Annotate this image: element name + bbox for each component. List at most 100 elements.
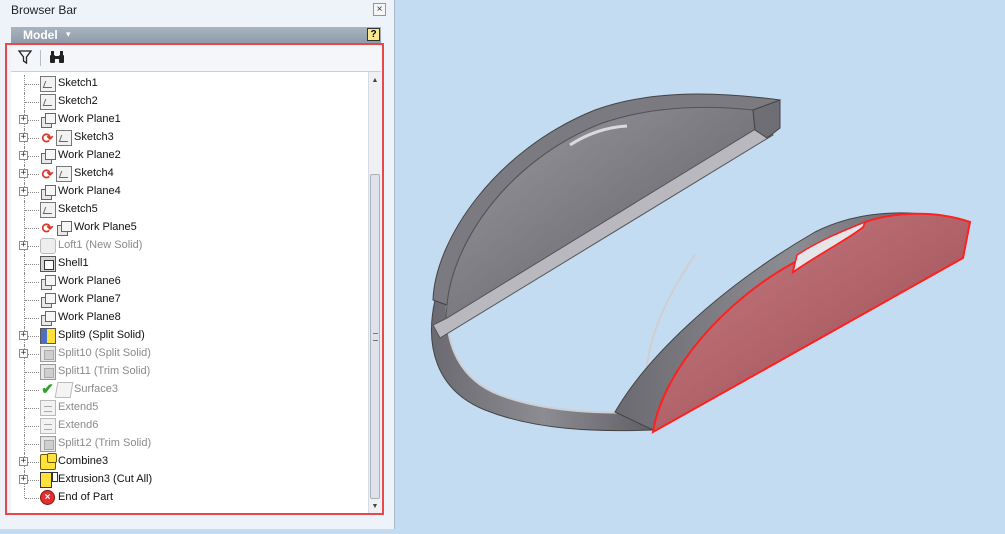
tree-item[interactable]: Work Plane8 bbox=[11, 309, 368, 327]
tree-item[interactable]: + Loft1 (New Solid) bbox=[11, 237, 368, 255]
expand-icon[interactable]: + bbox=[19, 331, 28, 340]
tree-item-label: Sketch2 bbox=[58, 95, 98, 107]
expand-icon[interactable]: + bbox=[19, 115, 28, 124]
tree-item[interactable]: Sketch1 bbox=[11, 75, 368, 93]
split-icon bbox=[40, 346, 56, 362]
end-of-part-icon: × bbox=[40, 490, 55, 505]
extend-icon bbox=[40, 418, 56, 434]
tree-connector bbox=[25, 318, 39, 319]
binoculars-icon[interactable] bbox=[49, 49, 65, 65]
tree-item-label: Split11 (Trim Solid) bbox=[58, 365, 151, 377]
tree-item[interactable]: + ⟳ Sketch4 bbox=[11, 165, 368, 183]
browser-bar-titlebar: Browser Bar × bbox=[0, 0, 394, 22]
expand-icon[interactable]: + bbox=[19, 457, 28, 466]
combine-icon bbox=[40, 453, 57, 470]
sketch-icon bbox=[40, 94, 56, 110]
tree-item-label: Extend6 bbox=[58, 419, 99, 431]
close-button[interactable]: × bbox=[373, 3, 386, 16]
tree-item[interactable]: + ⟳ Sketch3 bbox=[11, 129, 368, 147]
graphics-viewport[interactable] bbox=[395, 0, 1005, 529]
tree-connector bbox=[25, 444, 39, 445]
tree-item[interactable]: × End of Part bbox=[11, 489, 368, 507]
extrusion-icon bbox=[40, 472, 58, 488]
rebuild-icon: ⟳ bbox=[41, 220, 54, 236]
tree-item[interactable]: Split12 (Trim Solid) bbox=[11, 435, 368, 453]
filter-icon[interactable] bbox=[17, 49, 33, 65]
browser-bar-panel: Browser Bar × Model ▾ ? Sketch1 Sketch2 + W… bbox=[0, 0, 395, 529]
toolbar-divider bbox=[40, 50, 41, 66]
tree-item-label: Work Plane6 bbox=[58, 275, 121, 287]
sketch-icon bbox=[40, 76, 56, 92]
tree-item[interactable]: Sketch2 bbox=[11, 93, 368, 111]
sketch-icon bbox=[56, 130, 72, 146]
expand-icon[interactable]: + bbox=[19, 349, 28, 358]
tree-item-label: Shell1 bbox=[58, 257, 89, 269]
tree-item[interactable]: + Split9 (Split Solid) bbox=[11, 327, 368, 345]
tree-item[interactable]: Work Plane6 bbox=[11, 273, 368, 291]
tree-item[interactable]: ✔ Surface3 bbox=[11, 381, 368, 399]
grip-icon bbox=[373, 333, 378, 341]
scroll-down-arrow-icon[interactable]: ▼ bbox=[369, 500, 381, 514]
tree-item[interactable]: Split11 (Trim Solid) bbox=[11, 363, 368, 381]
browser-toolbar bbox=[11, 45, 381, 72]
tree-item-label: End of Part bbox=[58, 491, 114, 503]
expand-icon[interactable]: + bbox=[19, 169, 28, 178]
tree-connector bbox=[25, 498, 39, 499]
work-plane-icon bbox=[40, 112, 56, 128]
scrollbar-thumb[interactable] bbox=[370, 174, 380, 499]
rebuild-icon: ⟳ bbox=[41, 130, 54, 146]
loft-icon bbox=[40, 238, 56, 254]
tree-item-label: Sketch5 bbox=[58, 203, 98, 215]
scroll-up-arrow-icon[interactable]: ▲ bbox=[369, 74, 381, 88]
tree-item[interactable]: + Work Plane2 bbox=[11, 147, 368, 165]
model-label: Model bbox=[23, 28, 58, 42]
tree-item[interactable]: + Extrusion3 (Cut All) bbox=[11, 471, 368, 489]
work-plane-icon bbox=[40, 274, 56, 290]
expand-icon[interactable]: + bbox=[19, 241, 28, 250]
tree-item[interactable]: + Work Plane4 bbox=[11, 183, 368, 201]
tree-item-label: Sketch3 bbox=[74, 131, 114, 143]
expand-icon[interactable]: + bbox=[19, 133, 28, 142]
tree-item-label: Work Plane5 bbox=[74, 221, 137, 233]
tree-connector bbox=[25, 264, 39, 265]
model-dropdown[interactable]: Model ▾ ? bbox=[11, 27, 381, 44]
tree-connector bbox=[25, 84, 39, 85]
tree-item[interactable]: Sketch5 bbox=[11, 201, 368, 219]
tree-item[interactable]: + Split10 (Split Solid) bbox=[11, 345, 368, 363]
tree-item-label: Split12 (Trim Solid) bbox=[58, 437, 152, 449]
tree-connector bbox=[25, 228, 39, 229]
tree-connector bbox=[25, 282, 39, 283]
part-3d-view bbox=[431, 93, 972, 434]
expand-icon[interactable]: + bbox=[19, 475, 28, 484]
tree-item[interactable]: ⟳ Work Plane5 bbox=[11, 219, 368, 237]
expand-icon[interactable]: + bbox=[19, 187, 28, 196]
tree-item-label: Combine3 bbox=[58, 455, 109, 467]
tree-item[interactable]: Shell1 bbox=[11, 255, 368, 273]
tree-item[interactable]: + Work Plane1 bbox=[11, 111, 368, 129]
tree-item-label: Extrusion3 (Cut All) bbox=[58, 473, 153, 485]
tree-item-label: Work Plane2 bbox=[58, 149, 121, 161]
tree-item[interactable]: Extend6 bbox=[11, 417, 368, 435]
tree-scrollbar[interactable]: ▲ ▼ bbox=[368, 72, 381, 514]
tree-connector bbox=[25, 426, 39, 427]
extend-icon bbox=[40, 400, 56, 416]
rebuild-icon: ⟳ bbox=[41, 166, 54, 182]
help-button[interactable]: ? bbox=[367, 28, 380, 41]
check-icon: ✔ bbox=[41, 381, 54, 398]
work-plane-icon bbox=[56, 220, 72, 236]
tree-connector bbox=[25, 408, 39, 409]
sketch-icon bbox=[40, 202, 56, 218]
tree-item-label: Loft1 (New Solid) bbox=[58, 239, 143, 251]
tree-item-label: Work Plane4 bbox=[58, 185, 121, 197]
tree-item[interactable]: + Combine3 bbox=[11, 453, 368, 471]
expand-icon[interactable]: + bbox=[19, 151, 28, 160]
tree-item[interactable]: Extend5 bbox=[11, 399, 368, 417]
tree-item-label: Work Plane7 bbox=[58, 293, 121, 305]
tree-item-label: Sketch1 bbox=[58, 77, 98, 89]
tree-item-label: Work Plane1 bbox=[58, 113, 121, 125]
work-plane-icon bbox=[40, 184, 56, 200]
work-plane-icon bbox=[40, 148, 56, 164]
work-plane-icon bbox=[40, 292, 56, 308]
tree-connector bbox=[25, 390, 39, 391]
tree-item[interactable]: Work Plane7 bbox=[11, 291, 368, 309]
